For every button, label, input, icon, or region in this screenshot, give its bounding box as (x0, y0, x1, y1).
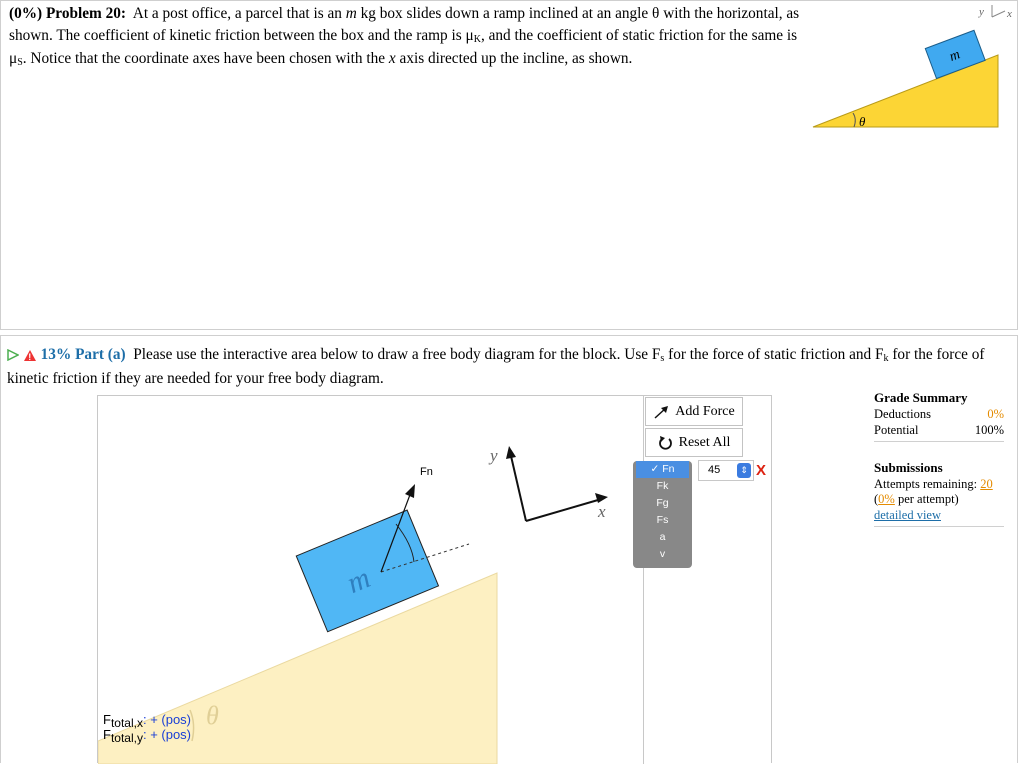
potential-label: Potential (874, 423, 919, 437)
panel-divider (643, 396, 644, 764)
warning-icon: ! (23, 349, 36, 362)
mass-symbol: m (345, 5, 357, 22)
fs-subscript: s (660, 353, 665, 364)
per-attempt-text: per attempt) (897, 492, 959, 506)
ftotal-x-value: : + (pos) (142, 712, 192, 727)
fbd-axis-y-label: y (488, 446, 498, 465)
angle-label: θ (859, 114, 866, 129)
play-icon[interactable] (7, 349, 19, 362)
option-label: Fn (662, 463, 675, 475)
part-a-text-2: for the force of static friction and F (668, 346, 884, 363)
dropdown-option-fg[interactable]: Fg (633, 495, 692, 512)
add-force-button[interactable]: Add Force (645, 397, 743, 426)
dropdown-option-v[interactable]: v (633, 546, 692, 563)
problem-statement: (0%) Problem 20: At a post office, a par… (9, 3, 814, 72)
dropdown-option-fs[interactable]: Fs (633, 512, 692, 529)
fbd-area[interactable]: θ m Fn y x Ftotal,x: + (pos) Ftotal,y: +… (97, 395, 772, 764)
force-type-dropdown[interactable]: ✓ Fn Fk Fg Fs a v (633, 461, 692, 568)
fbd-axes: y x (488, 446, 608, 522)
part-label[interactable]: Part (a) (75, 346, 126, 363)
fk-subscript: k (883, 353, 889, 364)
deductions-row: Deductions 0% (874, 406, 1004, 422)
ftotal-x-F: F (103, 712, 111, 727)
part-percent: 13% (40, 346, 72, 363)
mu-s-subscript: S (17, 57, 23, 68)
add-force-label: Add Force (675, 403, 735, 419)
axis-y-label: y (978, 6, 984, 18)
attempts-value: 20 (980, 477, 993, 491)
check-icon: ✓ (650, 463, 660, 475)
detailed-view-row: detailed view (874, 507, 1004, 523)
grade-summary-title: Grade Summary (874, 390, 968, 405)
problem-text-4: . Notice that the coordinate axes have b… (22, 50, 386, 67)
ftotal-y-value: : + (pos) (142, 727, 192, 742)
delete-force-button[interactable]: X (756, 462, 766, 479)
reset-icon (658, 436, 672, 450)
fn-force-label: Fn (420, 466, 433, 478)
divider (874, 441, 1004, 442)
x-symbol: x (388, 50, 396, 67)
fbd-angle-label: θ (206, 701, 219, 730)
problem-panel: (0%) Problem 20: At a post office, a par… (0, 0, 1018, 330)
ftotal-y-sub: total,y (110, 731, 143, 745)
per-attempt-row: (0% per attempt) (874, 492, 1004, 507)
angle-value: 45 (708, 464, 721, 476)
deductions-value: 0% (987, 407, 1004, 421)
axis-x-label: x (1006, 8, 1012, 20)
arrow-icon (654, 405, 669, 419)
mu-k-subscript: K (473, 33, 481, 45)
dropdown-option-a[interactable]: a (633, 529, 692, 546)
problem-label: (0%) Problem 20: (9, 5, 126, 22)
axes-icon: y x (978, 5, 1012, 20)
ftotal-x: Ftotal,x: + (pos) (103, 712, 192, 730)
spinner-icon[interactable]: ⇕ (737, 463, 751, 478)
grade-summary: Grade Summary Deductions 0% Potential 10… (874, 390, 1004, 527)
attempts-label: Attempts remaining: (874, 477, 978, 491)
submissions-title: Submissions (874, 460, 943, 475)
fn-arrowhead (405, 484, 415, 498)
fbd-axis-x-label: x (597, 502, 606, 521)
ramp-figure: m θ y x (812, 5, 1012, 129)
divider (874, 526, 1004, 527)
ftotal-y: Ftotal,y: + (pos) (103, 727, 192, 745)
attempts-row: Attempts remaining: 20 (874, 476, 1004, 492)
problem-text-5: axis directed up the incline, as shown. (399, 50, 633, 67)
part-a-text-1: Please use the interactive area below to… (133, 346, 661, 363)
potential-row: Potential 100% (874, 422, 1004, 438)
part-a-statement: ! 13% Part (a) Please use the interactiv… (7, 344, 1007, 389)
problem-text-1: At a post office, a parcel that is an (132, 5, 342, 22)
svg-text:!: ! (28, 352, 31, 362)
detailed-view-link[interactable]: detailed view (874, 508, 941, 522)
potential-value: 100% (974, 423, 1004, 437)
reset-all-button[interactable]: Reset All (645, 428, 743, 457)
dropdown-option-fk[interactable]: Fk (633, 478, 692, 495)
ftotal-y-F: F (103, 727, 111, 742)
dropdown-option-fn[interactable]: ✓ Fn (636, 461, 689, 478)
deductions-label: Deductions (874, 407, 931, 421)
angle-input[interactable]: 45 ⇕ (698, 460, 754, 481)
reset-all-label: Reset All (678, 434, 731, 450)
per-attempt-pct: 0% (878, 492, 895, 506)
fbd-canvas[interactable]: θ m Fn y x (98, 396, 643, 764)
